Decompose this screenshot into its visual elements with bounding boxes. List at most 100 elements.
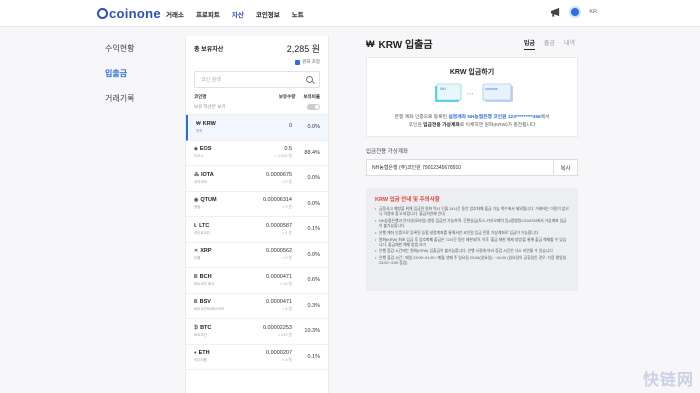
- search-input[interactable]: 코인 검색: [201, 76, 221, 83]
- coin-symbol: BCH: [199, 273, 212, 280]
- krw-tabs: 입금 출금 내역: [523, 38, 575, 50]
- asset-total-value: 2,285 원: [286, 44, 320, 54]
- megaphone-icon[interactable]: [550, 7, 561, 18]
- checkbox-icon[interactable]: [295, 59, 301, 65]
- coin-krw-value: ≈ 0 원: [282, 256, 292, 261]
- asset-row[interactable]: Ƀ BCH 비트코인 캐시 0.0000471 ≈ 13 원 0.6%: [186, 268, 328, 294]
- nav-profit[interactable]: 프로피트: [196, 9, 220, 19]
- coin-cell: ♦ ETH 이더리움: [194, 350, 210, 363]
- desc-1c: 에서: [540, 115, 550, 120]
- amount-cell: 0.0000562 ≈ 0 원: [242, 248, 292, 261]
- coin-name: 비트코인: [194, 332, 207, 337]
- asset-row[interactable]: ⁂ IOTA 아이오타 0.0000675 ≈ 0 원 0.0%: [186, 166, 328, 192]
- coin-krw-value: ≈ 3 원: [282, 358, 292, 363]
- coin-symbol: EOS: [199, 146, 212, 153]
- coin-krw-value: ≈ 13 원: [280, 281, 292, 286]
- amount-cell: 0.00002253 ≈ 233 원: [242, 325, 292, 338]
- coin-symbol-wrap: ⁂ IOTA: [194, 172, 214, 178]
- coin-cell: ✕ XRP 리플: [194, 248, 212, 261]
- coin-krw-value: ≈ 0 원: [282, 205, 292, 210]
- tab-withdraw[interactable]: 출금: [544, 38, 555, 50]
- coin-icon: ₩: [196, 120, 201, 127]
- coin-amount: 0.0000587: [266, 222, 292, 229]
- asset-row[interactable]: Ƀ BSV 비트코인SV에스브이 0.0000471 ≈ 5 원 0.3%: [186, 294, 328, 319]
- coin-search[interactable]: 코인 검색: [194, 71, 320, 88]
- row-values: 0.0000587 ≈ 4 원 0.1%: [242, 223, 320, 236]
- notice-item: 은행 점검 시간에는 원화(KRW) 입출금이 불가능합니다. 은행 사정에 따…: [375, 249, 569, 254]
- coin-name: 아이오타: [194, 179, 207, 184]
- coin-krw-value: ≈ 233 원: [277, 332, 292, 337]
- notice-list: 금융사고 예방을 위해 입금된 원화 역시 인출 24시간 동안 암호화폐 출금…: [375, 207, 569, 267]
- coin-krw-value: ≈ 5 원: [282, 307, 292, 312]
- coin-symbol-wrap: Ƀ BSV: [194, 299, 224, 305]
- notice-item: 은행 계좌 인증으로 등록된 농협 실명계좌를 통해서만 코인원 입금 전용 가…: [375, 231, 569, 236]
- include-krw-toggle[interactable]: 원화 포함: [186, 55, 328, 65]
- language-selector[interactable]: KR: [589, 9, 597, 15]
- asset-row[interactable]: ₩ KRW 원화 0 0.0%: [186, 115, 328, 141]
- asset-row[interactable]: ♦ ETH 이더리움 0.0000207 ≈ 3 원 0.1%: [186, 345, 328, 370]
- asset-columns: 코인명 보유수량 보유비율: [186, 88, 328, 100]
- include-krw-label: 원화 포함: [302, 59, 320, 64]
- nav-assets[interactable]: 자산: [232, 9, 244, 19]
- coin-icon: Ƀ: [194, 299, 198, 306]
- copy-button[interactable]: 복사: [554, 159, 578, 176]
- asset-summary: 총 보유자산 2,285 원: [186, 36, 328, 55]
- coin-symbol-wrap: Ł LTC: [194, 223, 210, 229]
- coin-amount: 0.00006314: [262, 197, 292, 204]
- tab-history[interactable]: 내역: [564, 38, 575, 50]
- svg-text:› › ›: › › ›: [467, 91, 474, 96]
- coin-cell: ₿ BTC 비트코인: [194, 325, 211, 338]
- asset-row[interactable]: ₿ BTC 비트코인 0.00002253 ≈ 233 원 10.3%: [186, 319, 328, 345]
- coin-ratio: 10.3%: [304, 328, 320, 335]
- coin-cell: ◈ EOS 이오스: [194, 146, 211, 159]
- krw-panel: ₩ KRW 입출금 입금 출금 내역 KRW 입금하기 NH › › › coi…: [366, 36, 578, 291]
- coin-name: 리플: [194, 256, 201, 261]
- coin-cell: ⁂ IOTA 아이오타: [194, 172, 214, 185]
- coin-amount: 0.00002253: [262, 324, 292, 331]
- coin-icon: ◉: [194, 197, 199, 204]
- coin-symbol-wrap: Ƀ BCH: [194, 274, 214, 280]
- tab-deposit[interactable]: 입금: [523, 38, 535, 50]
- coin-symbol-wrap: ₩ KRW: [196, 121, 216, 127]
- menu-deposit-withdraw[interactable]: 입출금: [105, 68, 134, 79]
- coin-ratio: 0.1%: [307, 353, 320, 360]
- coinone-logo[interactable]: coinone: [97, 6, 161, 21]
- transfer-diagram: NH › › › coinone: [435, 83, 513, 102]
- amount-cell: 0: [242, 123, 292, 131]
- coin-name: 퀀텀: [194, 205, 201, 210]
- logo-text: coinone: [109, 6, 161, 21]
- column-coin[interactable]: 코인명: [194, 94, 206, 100]
- row-values: 0.0000207 ≈ 3 원 0.1%: [242, 350, 320, 363]
- virtual-account-label: 입금전용 가상계좌: [366, 149, 409, 155]
- asset-row[interactable]: Ł LTC 라이트코인 0.0000587 ≈ 4 원 0.1%: [186, 217, 328, 243]
- asset-row[interactable]: ◈ EOS 이오스 0.5 ≈ 2,000 원 88.4%: [186, 141, 328, 166]
- coin-ratio: 0.0%: [307, 251, 320, 258]
- column-ratio[interactable]: 보유비율: [303, 94, 320, 100]
- coin-amount: 0.0000471: [266, 273, 292, 280]
- coin-symbol-wrap: ◈ EOS: [194, 146, 211, 152]
- user-avatar[interactable]: [569, 6, 582, 18]
- watermark-logo: 快链网: [642, 372, 694, 389]
- menu-trade-history[interactable]: 거래기록: [105, 93, 134, 104]
- search-icon[interactable]: [306, 76, 313, 83]
- asset-total-label: 총 보유자산: [194, 47, 224, 53]
- nav-notes[interactable]: 노트: [292, 9, 304, 19]
- coin-icon: Ł: [194, 222, 198, 229]
- krw-header: ₩ KRW 입출금 입금 출금 내역: [366, 36, 578, 52]
- coin-cell: Ƀ BSV 비트코인SV에스브이: [194, 299, 224, 312]
- coin-ratio: 0.0%: [307, 124, 320, 131]
- nav-exchange[interactable]: 거래소: [166, 9, 184, 19]
- coin-ratio: 88.4%: [304, 149, 320, 156]
- amount-cell: 0.0000207 ≈ 3 원: [242, 350, 292, 363]
- logo-mark: [97, 8, 108, 19]
- menu-profit-status[interactable]: 수익현황: [105, 43, 134, 54]
- header-actions: KR: [550, 6, 597, 18]
- coin-icon: ♦: [194, 350, 197, 357]
- held-only-toggle[interactable]: [307, 104, 320, 110]
- virtual-account-field[interactable]: NH농협은행 (주)코인원 79012345678910: [366, 159, 554, 176]
- held-only-label: 보유 자산만 보기: [194, 104, 226, 109]
- asset-row[interactable]: ✕ XRP 리플 0.0000562 ≈ 0 원 0.0%: [186, 243, 328, 268]
- nav-coin-info[interactable]: 코인정보: [256, 9, 280, 19]
- asset-row[interactable]: ◉ QTUM 퀀텀 0.00006314 ≈ 0 원 0.0%: [186, 192, 328, 217]
- column-quantity[interactable]: 보유수량: [279, 94, 296, 100]
